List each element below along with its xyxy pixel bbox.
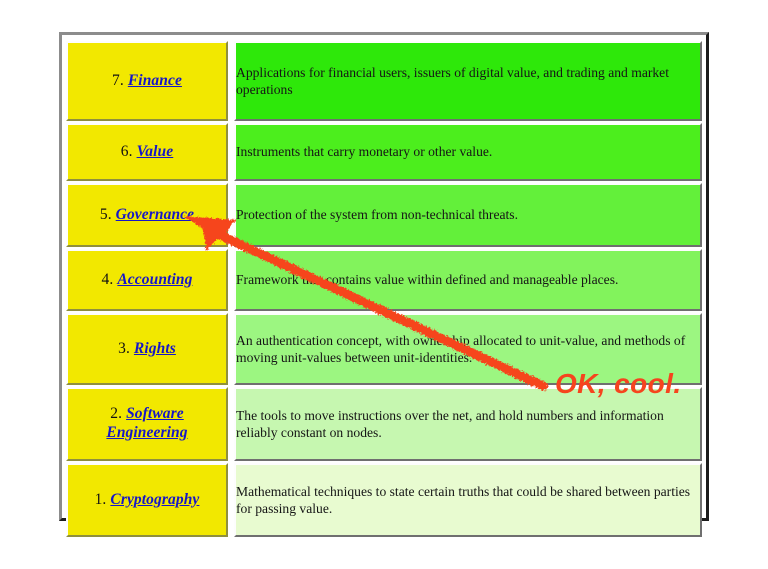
layer-name-cell[interactable]: 4. Accounting [66, 249, 228, 311]
layer-name-cell[interactable]: 6. Value [66, 123, 228, 181]
layer-description: An authentication concept, with ownershi… [236, 332, 686, 365]
layer-label: 5. Governance [68, 206, 226, 225]
table-row: 5. Governance Protection of the system fr… [66, 183, 702, 247]
seven-layer-stack-table: 7. Finance Applications for financial use… [66, 39, 702, 539]
layer-label: 3. Rights [68, 340, 226, 359]
layer-description-cell: Framework that contains value within def… [234, 249, 702, 311]
layer-description-cell: Protection of the system from non-techni… [234, 183, 702, 247]
layer-name-cell[interactable]: 1. Cryptography [66, 463, 228, 537]
table-row: 3. Rights An authentication concept, with… [66, 313, 702, 385]
layer-name-cell[interactable]: 3. Rights [66, 313, 228, 385]
layer-description: Framework that contains value within def… [236, 272, 619, 288]
table-row: 4. Accounting Framework that contains val… [66, 249, 702, 311]
layer-description-cell: Instruments that carry monetary or other… [234, 123, 702, 181]
layer-description: Protection of the system from non-techni… [236, 207, 518, 223]
layer-description-cell: The tools to move instructions over the … [234, 387, 702, 461]
layer-number: 5. [99, 205, 112, 223]
layer-number: 3. [118, 339, 130, 357]
layer-name-cell[interactable]: 2. Software Engineering [66, 387, 228, 461]
layer-number: 1. [94, 490, 107, 508]
layer-description-cell: Mathematical techniques to state certain… [234, 463, 702, 537]
layer-label: 7. Finance [68, 72, 226, 91]
layer-number: 7. [112, 71, 124, 89]
table-outer-frame: 7. Finance Applications for financial use… [59, 32, 709, 537]
layer-title-link[interactable]: Cryptography [110, 491, 199, 508]
layer-title-link[interactable]: Accounting [117, 271, 192, 288]
layer-number: 4. [101, 270, 114, 288]
layer-description: Instruments that carry monetary or other… [236, 144, 493, 160]
layer-label: 2. Software Engineering [68, 405, 226, 443]
layer-description-cell: An authentication concept, with ownershi… [234, 313, 702, 385]
table-row: 6. Value Instruments that carry monetary … [66, 123, 702, 181]
layer-description: The tools to move instructions over the … [236, 407, 664, 440]
table-row: 1. Cryptography Mathematical techniques t… [66, 463, 702, 537]
table-row: 7. Finance Applications for financial use… [66, 41, 702, 121]
layer-description-cell: Applications for financial users, issuer… [234, 41, 702, 121]
layer-description: Mathematical techniques to state certain… [236, 483, 691, 516]
layer-label: 4. Accounting [68, 271, 226, 290]
layer-number: 6. [120, 142, 133, 160]
layer-name-cell[interactable]: 5. Governance [66, 183, 228, 247]
layer-title-link[interactable]: Finance [128, 72, 182, 89]
layer-label: 6. Value [68, 143, 226, 162]
table-row: 2. Software Engineering The tools to move… [66, 387, 702, 461]
layer-label: 1. Cryptography [68, 491, 226, 510]
layer-number: 2. [110, 405, 123, 423]
layer-title-link[interactable]: Governance [116, 206, 195, 223]
layer-title-link[interactable]: Rights [134, 340, 176, 357]
layer-title-link[interactable]: Value [137, 143, 174, 160]
layer-name-cell[interactable]: 7. Finance [66, 41, 228, 121]
table-inner-frame: 7. Finance Applications for financial use… [62, 35, 706, 537]
layer-description: Applications for financial users, issuer… [236, 64, 669, 97]
